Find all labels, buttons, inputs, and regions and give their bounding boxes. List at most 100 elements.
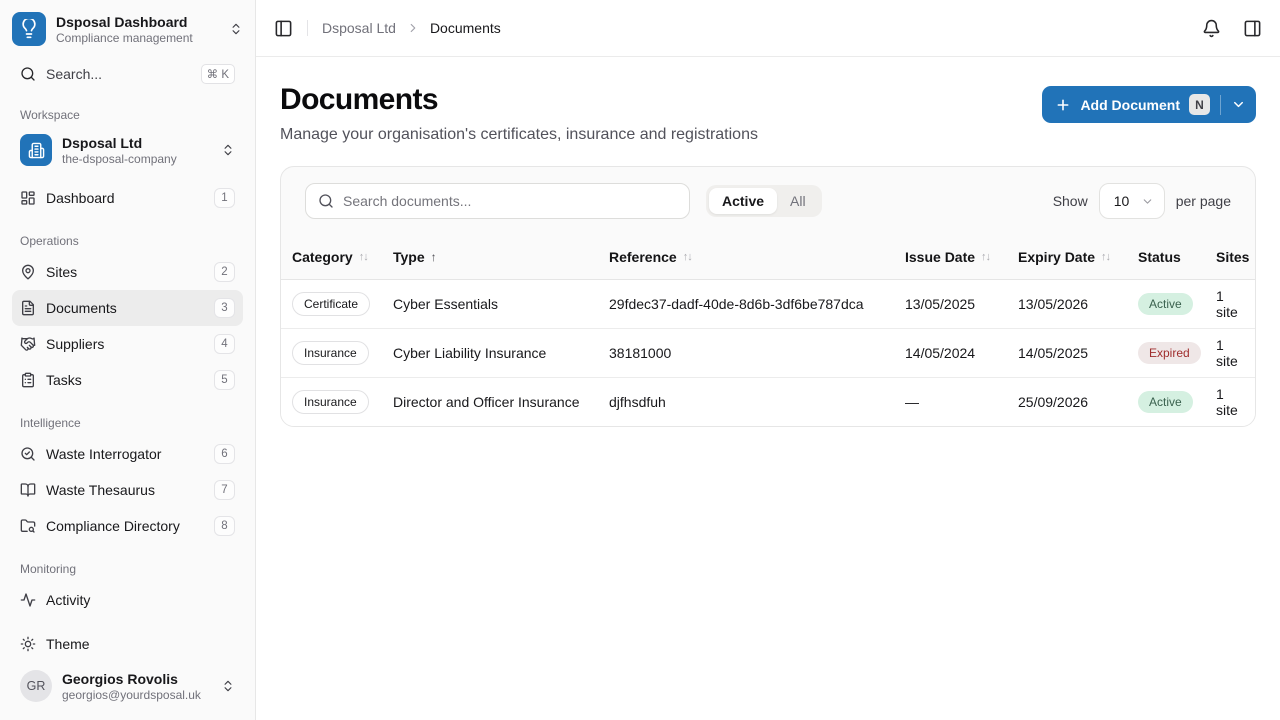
- documents-search-input[interactable]: [343, 193, 677, 209]
- sidebar-nav: Workspace Dsposal Ltd the-dsposal-compan…: [0, 90, 255, 626]
- app-title: Dsposal Dashboard: [56, 14, 219, 30]
- building-icon: [20, 134, 52, 166]
- column-header-status: Status: [1130, 235, 1208, 279]
- sidebar-item-label: Tasks: [46, 372, 82, 388]
- sidebar-item-label: Activity: [46, 592, 90, 608]
- user-menu[interactable]: GR Georgios Rovolis georgios@yourdsposal…: [12, 662, 243, 710]
- add-document-button[interactable]: Add Document N: [1042, 86, 1256, 123]
- sidebar-item-documents[interactable]: Documents 3: [12, 290, 243, 326]
- column-header-issue-date[interactable]: Issue Date↑↓: [897, 235, 1010, 279]
- category-badge: Insurance: [292, 390, 369, 414]
- breadcrumb-current: Documents: [430, 20, 501, 36]
- sidebar-item-suppliers[interactable]: Suppliers 4: [12, 326, 243, 362]
- document-reference: djfhsdfuh: [601, 377, 897, 426]
- table-row[interactable]: Insurance Cyber Liability Insurance 3818…: [281, 328, 1255, 377]
- user-email: georgios@yourdsposal.uk: [62, 688, 211, 702]
- sidebar-item-badge: 5: [214, 370, 235, 390]
- sidebar-item-badge: 6: [214, 444, 235, 464]
- app-logo-lightbulb-icon: [12, 12, 46, 46]
- chevrons-up-down-icon[interactable]: [229, 22, 243, 36]
- sort-icon[interactable]: ↑↓: [981, 251, 990, 263]
- theme-label: Theme: [46, 636, 90, 652]
- sidebar-item-sites[interactable]: Sites 2: [12, 254, 243, 290]
- avatar: GR: [20, 670, 52, 702]
- page-size-select[interactable]: 10: [1099, 183, 1165, 219]
- sort-icon[interactable]: ↑↓: [359, 251, 368, 263]
- right-panel-toggle-button[interactable]: [1243, 19, 1262, 38]
- document-type: Cyber Liability Insurance: [385, 328, 601, 377]
- sidebar-item-compliance-directory[interactable]: Compliance Directory 8: [12, 508, 243, 544]
- sidebar-item-label: Dashboard: [46, 190, 115, 206]
- sidebar-item-label: Waste Thesaurus: [46, 482, 155, 498]
- clipboard-list-icon: [20, 372, 36, 388]
- search-icon: [318, 193, 334, 209]
- sidebar-item-tasks[interactable]: Tasks 5: [12, 362, 243, 398]
- handshake-icon: [20, 336, 36, 352]
- expiry-date: 13/05/2026: [1010, 279, 1130, 328]
- add-document-label: Add Document: [1080, 97, 1180, 113]
- search-icon: [20, 66, 36, 82]
- documents-search[interactable]: [305, 183, 690, 219]
- sort-ascending-icon[interactable]: ↑: [431, 250, 437, 264]
- sidebar-search[interactable]: Search... ⌘ K: [12, 58, 243, 90]
- sites-count: 1 site: [1208, 377, 1255, 426]
- status-filter-toggle: Active All: [706, 185, 822, 217]
- table-row[interactable]: Certificate Cyber Essentials 29fdec37-da…: [281, 279, 1255, 328]
- sidebar-item-label: Suppliers: [46, 336, 104, 352]
- theme-toggle[interactable]: Theme: [12, 626, 243, 662]
- sidebar-toggle-button[interactable]: [274, 19, 293, 38]
- issue-date: 13/05/2025: [897, 279, 1010, 328]
- sidebar-item-activity[interactable]: Activity: [12, 582, 243, 618]
- layout-dashboard-icon: [20, 190, 36, 206]
- sidebar-item-dashboard[interactable]: Dashboard 1: [12, 180, 243, 216]
- add-shortcut-badge: N: [1189, 94, 1210, 115]
- sidebar-item-badge: 8: [214, 516, 235, 536]
- sites-count: 1 site: [1208, 279, 1255, 328]
- notifications-bell-button[interactable]: [1202, 19, 1221, 38]
- column-header-type[interactable]: Type↑: [385, 235, 601, 279]
- issue-date: —: [897, 377, 1010, 426]
- search-shortcut-badge: ⌘ K: [201, 64, 235, 84]
- user-name: Georgios Rovolis: [62, 671, 211, 687]
- chevrons-up-down-icon: [221, 143, 235, 157]
- sidebar-item-waste-thesaurus[interactable]: Waste Thesaurus 7: [12, 472, 243, 508]
- sidebar-item-waste-interrogator[interactable]: Waste Interrogator 6: [12, 436, 243, 472]
- chevron-down-icon: [1141, 195, 1154, 208]
- app-switcher[interactable]: Dsposal Dashboard Compliance management: [0, 0, 255, 54]
- sun-icon: [20, 636, 36, 652]
- sidebar-item-badge: 2: [214, 262, 235, 282]
- page-header: Documents Manage your organisation's cer…: [256, 57, 1280, 144]
- workspace-switcher[interactable]: Dsposal Ltd the-dsposal-company: [12, 128, 243, 172]
- chevron-down-icon[interactable]: [1231, 97, 1246, 112]
- column-header-category[interactable]: Category↑↓: [281, 235, 385, 279]
- column-header-reference[interactable]: Reference↑↓: [601, 235, 897, 279]
- sort-icon[interactable]: ↑↓: [683, 251, 692, 263]
- expiry-date: 14/05/2025: [1010, 328, 1130, 377]
- filter-active-tab[interactable]: Active: [709, 188, 777, 214]
- chevron-right-icon: [406, 21, 420, 35]
- sidebar-item-badge: 1: [214, 188, 235, 208]
- section-label-monitoring: Monitoring: [12, 562, 243, 576]
- breadcrumb-root[interactable]: Dsposal Ltd: [322, 20, 396, 36]
- search-check-icon: [20, 446, 36, 462]
- sidebar-item-label: Sites: [46, 264, 77, 280]
- section-label-operations: Operations: [12, 234, 243, 248]
- search-label: Search...: [46, 66, 102, 82]
- section-label-workspace: Workspace: [12, 108, 243, 122]
- status-badge: Active: [1138, 391, 1193, 413]
- divider: [307, 20, 308, 36]
- sidebar: Dsposal Dashboard Compliance management …: [0, 0, 256, 720]
- sidebar-item-badge: 4: [214, 334, 235, 354]
- document-type: Director and Officer Insurance: [385, 377, 601, 426]
- table-row[interactable]: Insurance Director and Officer Insurance…: [281, 377, 1255, 426]
- app-subtitle: Compliance management: [56, 31, 219, 45]
- filter-all-tab[interactable]: All: [777, 188, 819, 214]
- main-area: Dsposal Ltd Documents Documents Manage y…: [256, 0, 1280, 720]
- column-header-expiry-date[interactable]: Expiry Date↑↓: [1010, 235, 1130, 279]
- page-subtitle: Manage your organisation's certificates,…: [280, 126, 758, 144]
- status-badge: Expired: [1138, 342, 1201, 364]
- sort-icon[interactable]: ↑↓: [1101, 251, 1110, 263]
- documents-toolbar: Active All Show 10 per page: [281, 167, 1255, 219]
- page-size-value: 10: [1114, 193, 1130, 209]
- document-reference: 38181000: [601, 328, 897, 377]
